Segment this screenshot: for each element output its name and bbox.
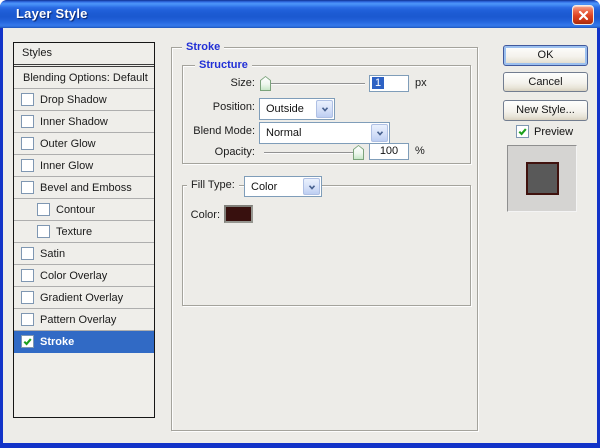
opacity-value: 100 [379,145,399,157]
sidebar-item-label: Satin [40,247,66,260]
sidebar-item-stroke[interactable]: Stroke [14,331,154,353]
opacity-slider-thumb[interactable] [353,145,364,160]
sidebar-item-label: Texture [56,225,93,238]
close-icon [578,10,588,20]
stroke-group-title: Stroke [182,40,225,54]
sidebar-item-satin[interactable]: Satin [14,243,154,265]
preview-checkbox[interactable] [516,125,529,138]
inner-shadow-checkbox[interactable] [21,115,34,128]
chevron-down-icon [321,107,328,112]
sidebar-item-label: Drop Shadow [40,93,107,106]
fill-type-dropdown[interactable]: Color [244,176,322,197]
position-value: Outside [266,103,304,115]
size-input[interactable]: 1 [369,75,409,92]
blend-mode-value: Normal [266,127,302,139]
sidebar-item-drop-shadow[interactable]: Drop Shadow [14,89,154,111]
sidebar-item-label: Gradient Overlay [40,291,124,304]
chevron-down-icon [308,184,315,190]
texture-checkbox[interactable] [37,225,50,238]
drop-shadow-checkbox[interactable] [21,93,34,106]
position-dropdown[interactable]: Outside [259,98,335,120]
styles-sidebar: Styles Blending Options: Default Drop Sh… [13,42,155,418]
sidebar-item-label: Contour [56,203,96,216]
sidebar-item-label: Bevel and Emboss [40,181,132,194]
blend-mode-label: Blend Mode: [193,125,255,137]
sidebar-item-label: Color Overlay [40,269,108,282]
pattern-overlay-checkbox[interactable] [21,313,34,326]
check-icon [518,128,527,136]
fill-type-group: Fill Type: Color Color: [182,176,471,306]
sidebar-item-texture[interactable]: Texture [14,221,154,243]
opacity-slider-track[interactable] [264,152,356,154]
ok-button[interactable]: OK [503,45,588,66]
position-dropdown-button[interactable] [316,100,333,118]
sidebar-item-gradient-overlay[interactable]: Gradient Overlay [14,287,154,309]
check-icon [23,338,32,346]
size-unit: px [415,77,427,89]
preview-toggle[interactable]: Preview [516,125,573,138]
color-label: Color: [190,209,220,221]
preview-label: Preview [534,125,574,138]
color-overlay-checkbox[interactable] [21,269,34,282]
sidebar-header: Styles [14,43,154,65]
outer-glow-checkbox[interactable] [21,137,34,150]
window-title: Layer Style [16,6,88,21]
sidebar-item-blending-options[interactable]: Blending Options: Default [14,67,154,89]
fill-type-label: Fill Type: [187,178,239,192]
opacity-label: Opacity: [214,146,255,158]
size-value: 1 [372,77,385,89]
stroke-group: Stroke Structure Size: 1 px Position: Ou… [171,40,478,431]
sidebar-item-contour[interactable]: Contour [14,199,154,221]
new-style-button[interactable]: New Style... [503,100,588,121]
cancel-button[interactable]: Cancel [503,72,588,92]
opacity-input[interactable]: 100 [369,143,409,160]
contour-checkbox[interactable] [37,203,50,216]
layer-style-dialog: Layer Style Styles Blending Options: Def… [0,0,600,448]
close-button[interactable] [572,5,594,25]
title-bar[interactable]: Layer Style [0,0,600,28]
size-label: Size: [230,77,255,89]
sidebar-item-label: Inner Glow [40,159,94,172]
stroke-color-swatch[interactable] [224,205,253,223]
size-slider-track[interactable] [263,83,365,85]
style-preview-thumbnail [507,145,577,212]
size-slider-thumb[interactable] [260,76,271,91]
sidebar-item-color-overlay[interactable]: Color Overlay [14,265,154,287]
blend-mode-dropdown[interactable]: Normal [259,122,390,144]
structure-group: Structure Size: 1 px Position: Outside B… [182,58,471,164]
preview-stroke-sample [526,162,559,195]
fill-type-dropdown-button[interactable] [303,178,320,195]
structure-group-title: Structure [195,58,252,72]
position-label: Position: [212,101,255,113]
chevron-down-icon [376,131,383,136]
satin-checkbox[interactable] [21,247,34,260]
sidebar-item-label: Blending Options: Default [23,71,148,84]
sidebar-item-inner-shadow[interactable]: Inner Shadow [14,111,154,133]
fill-type-value: Color [251,180,278,193]
bevel-emboss-checkbox[interactable] [21,181,34,194]
sidebar-item-pattern-overlay[interactable]: Pattern Overlay [14,309,154,331]
sidebar-item-label: Stroke [40,335,75,348]
inner-glow-checkbox[interactable] [21,159,34,172]
sidebar-item-label: Pattern Overlay [40,313,117,326]
opacity-unit: % [415,145,425,157]
sidebar-item-label: Inner Shadow [40,115,108,128]
sidebar-item-label: Outer Glow [40,137,96,150]
blend-mode-dropdown-button[interactable] [371,124,388,142]
gradient-overlay-checkbox[interactable] [21,291,34,304]
sidebar-item-outer-glow[interactable]: Outer Glow [14,133,154,155]
sidebar-item-bevel-and-emboss[interactable]: Bevel and Emboss [14,177,154,199]
dialog-body: Styles Blending Options: Default Drop Sh… [3,28,597,443]
stroke-checkbox[interactable] [21,335,34,348]
sidebar-item-inner-glow[interactable]: Inner Glow [14,155,154,177]
